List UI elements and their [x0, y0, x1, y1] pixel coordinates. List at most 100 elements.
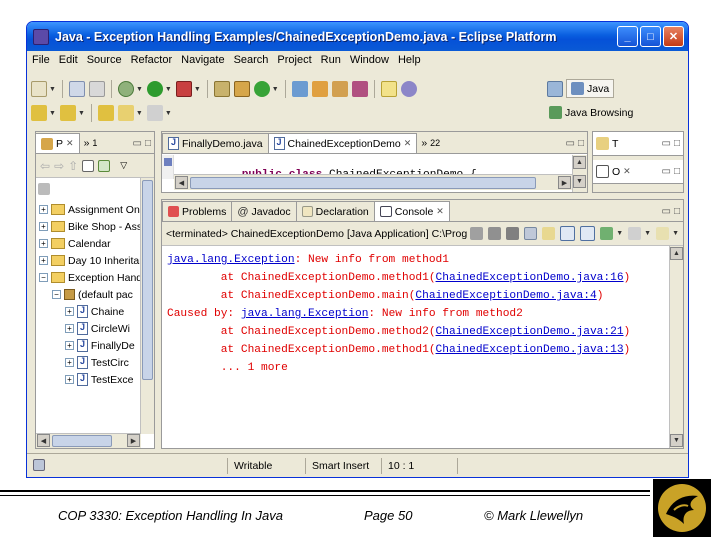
new-console-icon[interactable] — [656, 227, 670, 240]
chevron-down-icon[interactable]: ▼ — [49, 110, 56, 117]
chevron-down-icon[interactable]: ▼ — [194, 86, 201, 93]
scroll-thumb[interactable] — [52, 435, 112, 447]
console-output[interactable]: java.lang.Exception: New info from metho… — [163, 246, 669, 447]
tab-hierarchy-label[interactable]: T — [612, 138, 618, 150]
maximize-button[interactable]: □ — [640, 26, 661, 47]
back-icon[interactable] — [117, 105, 134, 121]
open-resource-icon[interactable] — [311, 81, 328, 97]
debug-icon[interactable] — [117, 81, 134, 97]
external-tools-icon[interactable] — [175, 81, 192, 97]
tab-outline-label[interactable]: O — [612, 166, 620, 178]
menu-help[interactable]: Help — [398, 54, 421, 66]
tree-item-file[interactable]: + TestExce — [65, 371, 134, 388]
back-icon[interactable]: ⇦ — [40, 159, 50, 173]
minimize-view-icon[interactable]: ▭ — [566, 138, 578, 153]
collapse-icon[interactable]: − — [39, 273, 48, 282]
print-icon[interactable] — [88, 81, 105, 97]
up-icon[interactable]: ⇧ — [68, 159, 78, 173]
open-perspective-icon[interactable] — [547, 80, 563, 97]
chevron-down-icon[interactable]: ▼ — [672, 230, 679, 237]
collapse-icon[interactable]: − — [52, 290, 61, 299]
expand-icon[interactable]: + — [65, 358, 74, 367]
collapse-all-icon[interactable] — [82, 159, 95, 172]
close-icon[interactable]: ✕ — [623, 166, 631, 177]
close-button[interactable]: ✕ — [663, 26, 684, 47]
scroll-left-icon[interactable]: ◀ — [175, 176, 188, 189]
maximize-view-icon[interactable]: □ — [674, 206, 683, 221]
scroll-up-icon[interactable]: ▲ — [670, 247, 683, 260]
scroll-down-icon[interactable]: ▼ — [670, 434, 683, 447]
minimize-button[interactable]: _ — [617, 26, 638, 47]
tab-package-explorer[interactable]: P ✕ — [35, 133, 80, 153]
source-link[interactable]: ChainedExceptionDemo.java:4 — [415, 290, 596, 302]
forward-icon[interactable]: ⇨ — [54, 159, 64, 173]
close-icon[interactable]: ✕ — [404, 138, 412, 149]
last-edit-icon[interactable] — [97, 105, 114, 121]
console-vertical-scrollbar[interactable]: ▲ ▼ — [669, 246, 683, 448]
run-icon[interactable] — [146, 81, 163, 97]
new-icon[interactable] — [31, 81, 47, 97]
search-icon[interactable] — [331, 81, 348, 97]
menu-edit[interactable]: Edit — [59, 54, 78, 66]
expand-icon[interactable]: + — [65, 307, 74, 316]
chevron-down-icon[interactable]: ▼ — [136, 110, 143, 117]
remove-launch-icon[interactable] — [488, 227, 502, 240]
terminate-icon[interactable] — [470, 227, 484, 240]
clear-console-icon[interactable] — [524, 227, 538, 240]
scroll-right-icon[interactable]: ▶ — [558, 176, 571, 189]
fast-view-icon[interactable] — [33, 459, 45, 471]
menu-run[interactable]: Run — [321, 54, 341, 66]
horizontal-scrollbar[interactable]: ◀ ▶ — [36, 433, 141, 448]
source-link[interactable]: ChainedExceptionDemo.java:13 — [436, 344, 624, 356]
tree-item-project[interactable]: + Day 10 Inheritar — [39, 252, 143, 269]
expand-icon[interactable]: + — [65, 341, 74, 350]
exception-link[interactable]: java.lang.Exception — [167, 254, 295, 266]
menu-navigate[interactable]: Navigate — [181, 54, 224, 66]
highlight-icon[interactable] — [380, 81, 397, 97]
link-editor-icon[interactable] — [98, 159, 111, 172]
scroll-thumb[interactable] — [142, 180, 153, 380]
scroll-thumb[interactable] — [190, 177, 536, 189]
source-link[interactable]: ChainedExceptionDemo.java:21 — [436, 326, 624, 338]
open-console-icon[interactable] — [628, 227, 642, 240]
maximize-view-icon[interactable]: □ — [674, 166, 683, 177]
maximize-view-icon[interactable]: □ — [578, 138, 587, 153]
minimize-view-icon[interactable]: ▭ — [662, 166, 671, 177]
java-browsing-perspective-button[interactable]: Java Browsing — [549, 106, 633, 119]
show-console-icon[interactable] — [560, 226, 576, 241]
tree-item-file[interactable]: + Chaine — [65, 303, 124, 320]
chevron-down-icon[interactable]: ▼ — [616, 230, 623, 237]
chevron-down-icon[interactable]: ▼ — [78, 110, 85, 117]
editor-tab-overflow[interactable]: » 22 — [416, 133, 445, 153]
new-project-icon[interactable] — [213, 81, 230, 97]
tree-item-project[interactable]: + Assignment One — [39, 201, 146, 218]
tab-problems[interactable]: Problems — [162, 201, 233, 221]
tree-item-project[interactable]: + Calendar — [39, 235, 111, 252]
maximize-view-icon[interactable]: □ — [145, 138, 154, 153]
tab-declaration[interactable]: Declaration — [295, 201, 375, 221]
menu-window[interactable]: Window — [350, 54, 389, 66]
chevron-down-icon[interactable]: ▼ — [272, 86, 279, 93]
tree-item-package[interactable]: − (default pac — [52, 286, 133, 303]
open-type-icon[interactable] — [291, 81, 308, 97]
forward-icon[interactable] — [146, 105, 163, 121]
maximize-view-icon[interactable]: □ — [674, 138, 683, 149]
expand-icon[interactable]: + — [65, 324, 74, 333]
chevron-down-icon[interactable]: ▼ — [136, 86, 143, 93]
menu-project[interactable]: Project — [277, 54, 311, 66]
tab-chainedexceptiondemo[interactable]: ChainedExceptionDemo ✕ — [267, 133, 418, 153]
expand-icon[interactable]: + — [39, 222, 48, 231]
tab-console[interactable]: Console ✕ — [373, 201, 450, 221]
tab-javadoc[interactable]: @ Javadoc — [231, 201, 297, 221]
next-annotation-icon[interactable] — [31, 105, 47, 121]
remove-all-icon[interactable] — [506, 227, 520, 240]
scroll-left-icon[interactable]: ◀ — [37, 434, 50, 447]
minimize-view-icon[interactable]: ▭ — [662, 138, 671, 149]
java-perspective-button[interactable]: Java — [566, 79, 615, 98]
scroll-lock-icon[interactable] — [542, 227, 556, 240]
menu-file[interactable]: File — [32, 54, 50, 66]
title-bar[interactable]: Java - Exception Handling Examples/Chain… — [27, 22, 688, 51]
menu-source[interactable]: Source — [87, 54, 122, 66]
exception-link[interactable]: java.lang.Exception — [241, 308, 369, 320]
expand-icon[interactable]: + — [65, 375, 74, 384]
